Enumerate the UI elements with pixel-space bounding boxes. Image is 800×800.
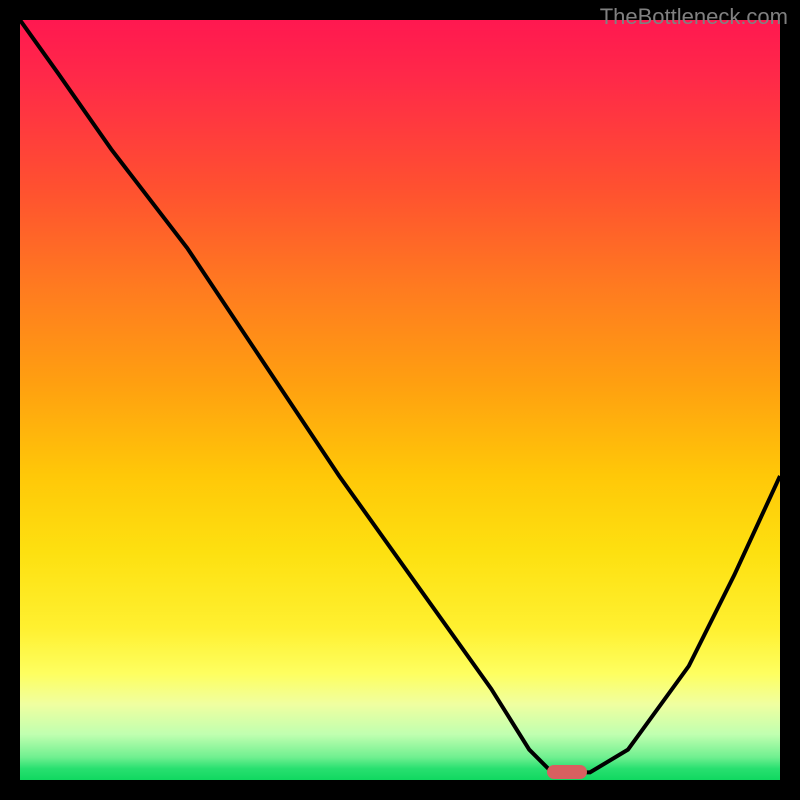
plot-area: [20, 20, 780, 780]
optimal-marker: [547, 765, 587, 779]
chart-container: TheBottleneck.com: [0, 0, 800, 800]
curve-path: [20, 20, 780, 772]
watermark-text: TheBottleneck.com: [600, 4, 788, 30]
bottleneck-curve: [20, 20, 780, 780]
